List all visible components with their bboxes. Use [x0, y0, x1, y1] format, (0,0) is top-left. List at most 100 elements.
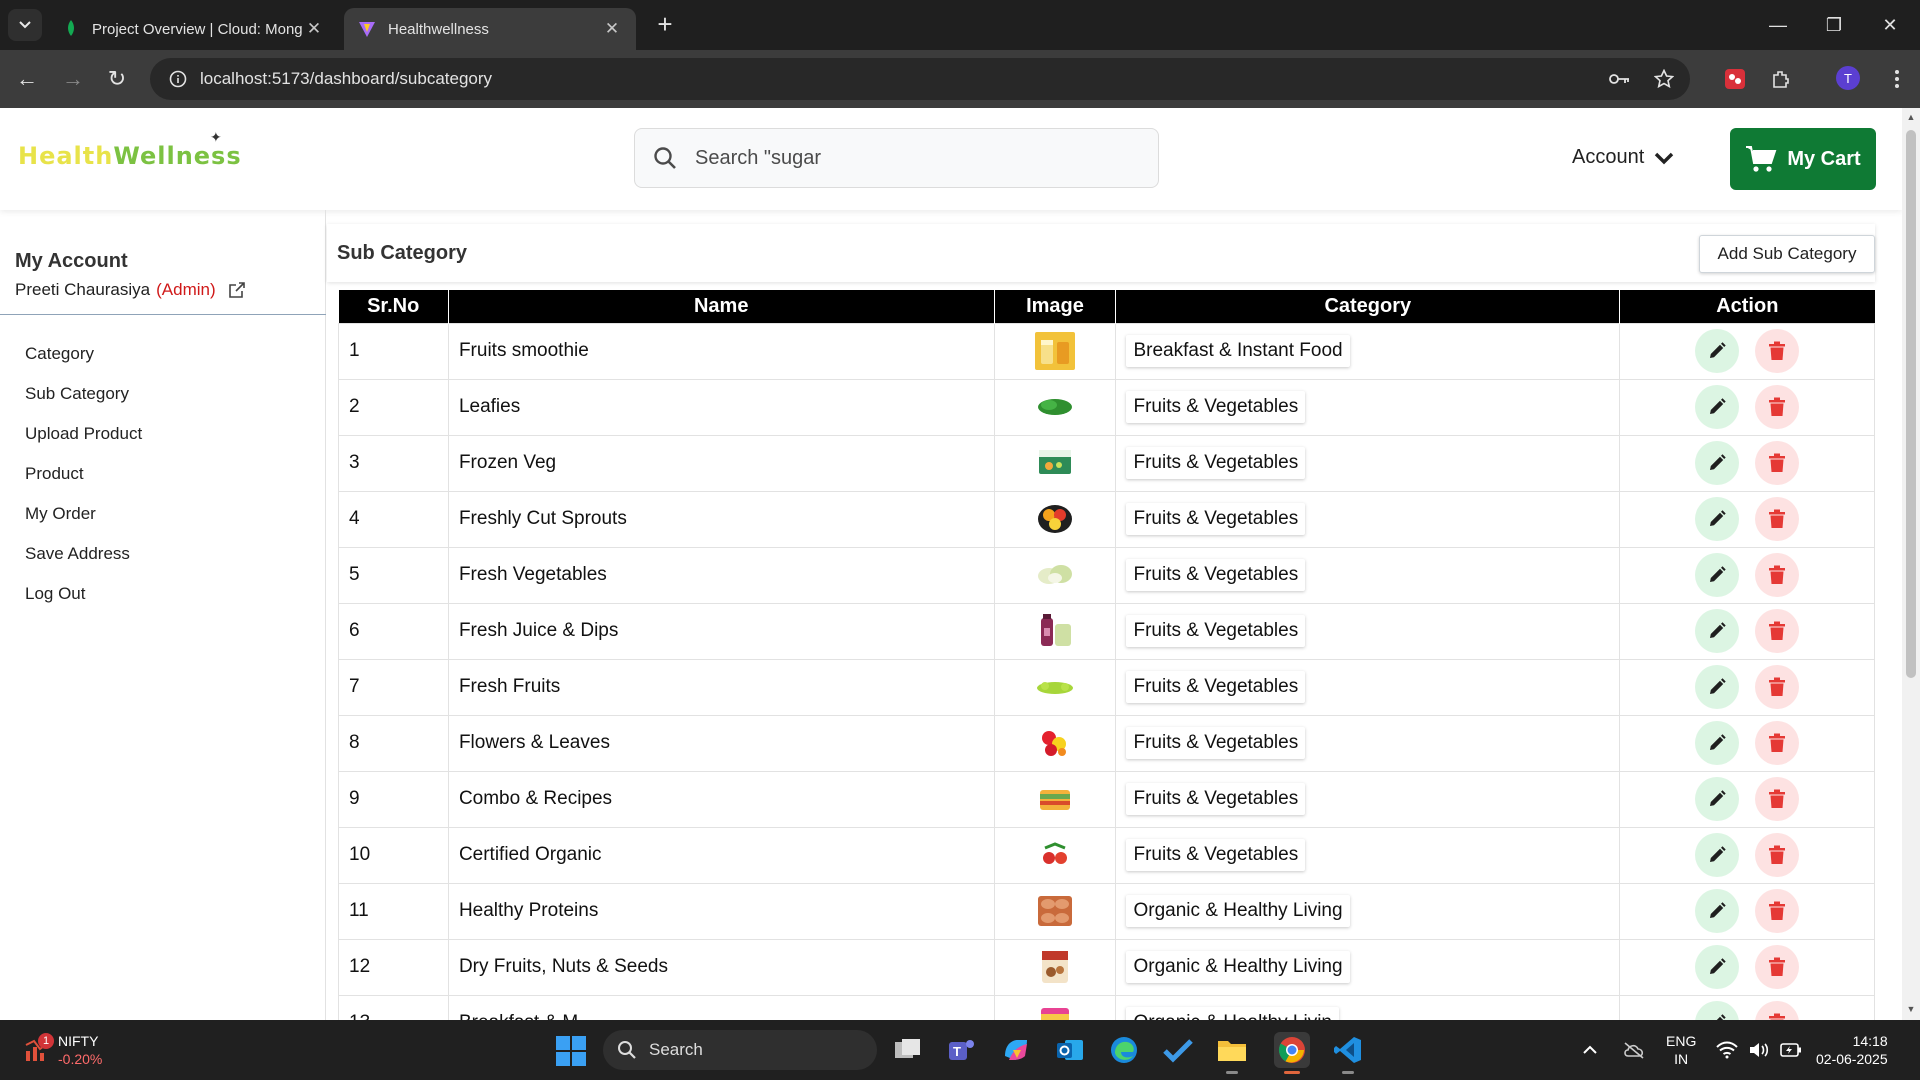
- onedrive-cloud-icon[interactable]: [1622, 1020, 1646, 1080]
- sidebar-item-log-out[interactable]: Log Out: [25, 574, 142, 614]
- task-view-icon[interactable]: [890, 1032, 926, 1068]
- my-cart-button[interactable]: My Cart: [1730, 128, 1876, 190]
- breakfast-pack-image[interactable]: [1035, 1008, 1075, 1020]
- system-status-group[interactable]: [1716, 1020, 1802, 1080]
- delete-button[interactable]: [1755, 553, 1800, 597]
- cell-srno: 2: [338, 378, 449, 436]
- forward-arrow-icon[interactable]: →: [56, 62, 90, 96]
- password-key-icon[interactable]: [1602, 61, 1638, 97]
- trash-icon: [1768, 453, 1786, 473]
- edit-button[interactable]: [1695, 497, 1740, 541]
- cell-srno: 10: [338, 826, 449, 884]
- grapes-image[interactable]: [1035, 676, 1075, 697]
- delete-button[interactable]: [1755, 385, 1800, 429]
- flowers-image[interactable]: [1035, 731, 1075, 756]
- nuts-pack-image[interactable]: [1035, 951, 1075, 983]
- combo-box-image[interactable]: [1035, 788, 1075, 810]
- edit-button[interactable]: [1695, 329, 1740, 373]
- page-scrollbar[interactable]: ▲ ▼: [1902, 108, 1920, 1020]
- sidebar-item-category[interactable]: Category: [25, 334, 142, 374]
- trash-icon: [1768, 677, 1786, 697]
- profile-avatar[interactable]: T: [1836, 66, 1860, 90]
- new-tab-button[interactable]: +: [650, 10, 680, 40]
- delete-button[interactable]: [1755, 833, 1800, 877]
- edit-button[interactable]: [1695, 833, 1740, 877]
- minimize-button[interactable]: —: [1750, 0, 1806, 50]
- delete-button[interactable]: [1755, 721, 1800, 765]
- fresh-vegetables-image[interactable]: [1035, 564, 1075, 585]
- sidebar-item-my-order[interactable]: My Order: [25, 494, 142, 534]
- extension-icon[interactable]: [1718, 62, 1752, 96]
- close-icon[interactable]: ✕: [602, 19, 622, 39]
- sidebar-item-save-address[interactable]: Save Address: [25, 534, 142, 574]
- delete-button[interactable]: [1755, 497, 1800, 541]
- delete-button[interactable]: [1755, 329, 1800, 373]
- scrollbar-thumb[interactable]: [1906, 130, 1916, 678]
- cart-label: My Cart: [1787, 147, 1861, 170]
- stock-widget[interactable]: 1 NIFTY -0.20%: [24, 1032, 102, 1068]
- scroll-up-icon[interactable]: ▲: [1906, 112, 1916, 122]
- account-menu[interactable]: Account: [1572, 146, 1674, 169]
- outlook-icon[interactable]: [1052, 1032, 1088, 1068]
- panel-header: Sub Category Add Sub Category: [327, 224, 1875, 282]
- delete-button[interactable]: [1755, 1001, 1800, 1020]
- organic-tomatoes-image[interactable]: [1035, 842, 1075, 865]
- delete-button[interactable]: [1755, 441, 1800, 485]
- delete-button[interactable]: [1755, 665, 1800, 709]
- todo-check-icon[interactable]: [1160, 1032, 1196, 1068]
- bookmark-star-icon[interactable]: [1646, 61, 1682, 97]
- edit-button[interactable]: [1695, 553, 1740, 597]
- edit-button[interactable]: [1695, 721, 1740, 765]
- edit-button[interactable]: [1695, 609, 1740, 653]
- delete-button[interactable]: [1755, 609, 1800, 653]
- delete-button[interactable]: [1755, 777, 1800, 821]
- leafy-greens-image[interactable]: [1035, 396, 1075, 417]
- close-icon[interactable]: ✕: [304, 19, 324, 39]
- taskbar-search[interactable]: Search: [603, 1030, 877, 1070]
- chrome-icon[interactable]: [1274, 1032, 1310, 1074]
- frozen-veg-pack-image[interactable]: [1035, 450, 1075, 474]
- edit-button[interactable]: [1695, 385, 1740, 429]
- delete-button[interactable]: [1755, 889, 1800, 933]
- copilot-icon[interactable]: [998, 1032, 1034, 1068]
- tab-search-dropdown[interactable]: [8, 9, 42, 41]
- search-placeholder: Search "sugar: [695, 146, 822, 169]
- delete-button[interactable]: [1755, 945, 1800, 989]
- show-hidden-icons-chevron-icon[interactable]: [1582, 1020, 1598, 1080]
- edit-button[interactable]: [1695, 665, 1740, 709]
- sidebar-item-sub-category[interactable]: Sub Category: [25, 374, 142, 414]
- edit-button[interactable]: [1695, 777, 1740, 821]
- puzzle-extensions-icon[interactable]: [1764, 62, 1798, 96]
- edit-button[interactable]: [1695, 889, 1740, 933]
- add-sub-category-button[interactable]: Add Sub Category: [1699, 235, 1875, 273]
- teams-icon[interactable]: T: [944, 1032, 980, 1068]
- tab-healthwellness[interactable]: Healthwellness ✕: [344, 8, 636, 50]
- vscode-icon[interactable]: [1330, 1032, 1366, 1074]
- brand-logo[interactable]: HealthWellness ✦: [18, 130, 242, 170]
- external-link-icon[interactable]: [228, 281, 246, 299]
- windows-start-icon[interactable]: [556, 1036, 586, 1071]
- back-arrow-icon[interactable]: ←: [10, 62, 44, 96]
- reload-icon[interactable]: ↻: [100, 62, 134, 96]
- edit-button[interactable]: [1695, 1001, 1740, 1020]
- file-explorer-icon[interactable]: [1214, 1032, 1250, 1074]
- sidebar-item-product[interactable]: Product: [25, 454, 142, 494]
- window-close-button[interactable]: ✕: [1862, 0, 1918, 50]
- juice-bottles-image[interactable]: [1035, 614, 1075, 646]
- eggs-tray-image[interactable]: [1035, 896, 1075, 926]
- search-input[interactable]: Search "sugar: [634, 128, 1159, 188]
- language-indicator[interactable]: ENG IN: [1666, 1020, 1696, 1080]
- tab-project-overview[interactable]: Project Overview | Cloud: Mong ✕: [48, 8, 338, 50]
- edit-button[interactable]: [1695, 945, 1740, 989]
- scroll-down-icon[interactable]: ▼: [1906, 1004, 1916, 1014]
- restore-button[interactable]: ❐: [1806, 0, 1862, 50]
- edge-icon[interactable]: [1106, 1032, 1142, 1068]
- address-bar[interactable]: localhost:5173/dashboard/subcategory: [150, 58, 1690, 100]
- smoothie-glasses-image[interactable]: [1035, 332, 1075, 370]
- edit-button[interactable]: [1695, 441, 1740, 485]
- cut-sprouts-image[interactable]: [1035, 505, 1075, 533]
- sidebar-item-upload-product[interactable]: Upload Product: [25, 414, 142, 454]
- system-clock[interactable]: 14:18 02-06-2025: [1816, 1032, 1888, 1068]
- more-menu-icon[interactable]: [1880, 62, 1914, 96]
- site-info-icon[interactable]: [156, 70, 200, 88]
